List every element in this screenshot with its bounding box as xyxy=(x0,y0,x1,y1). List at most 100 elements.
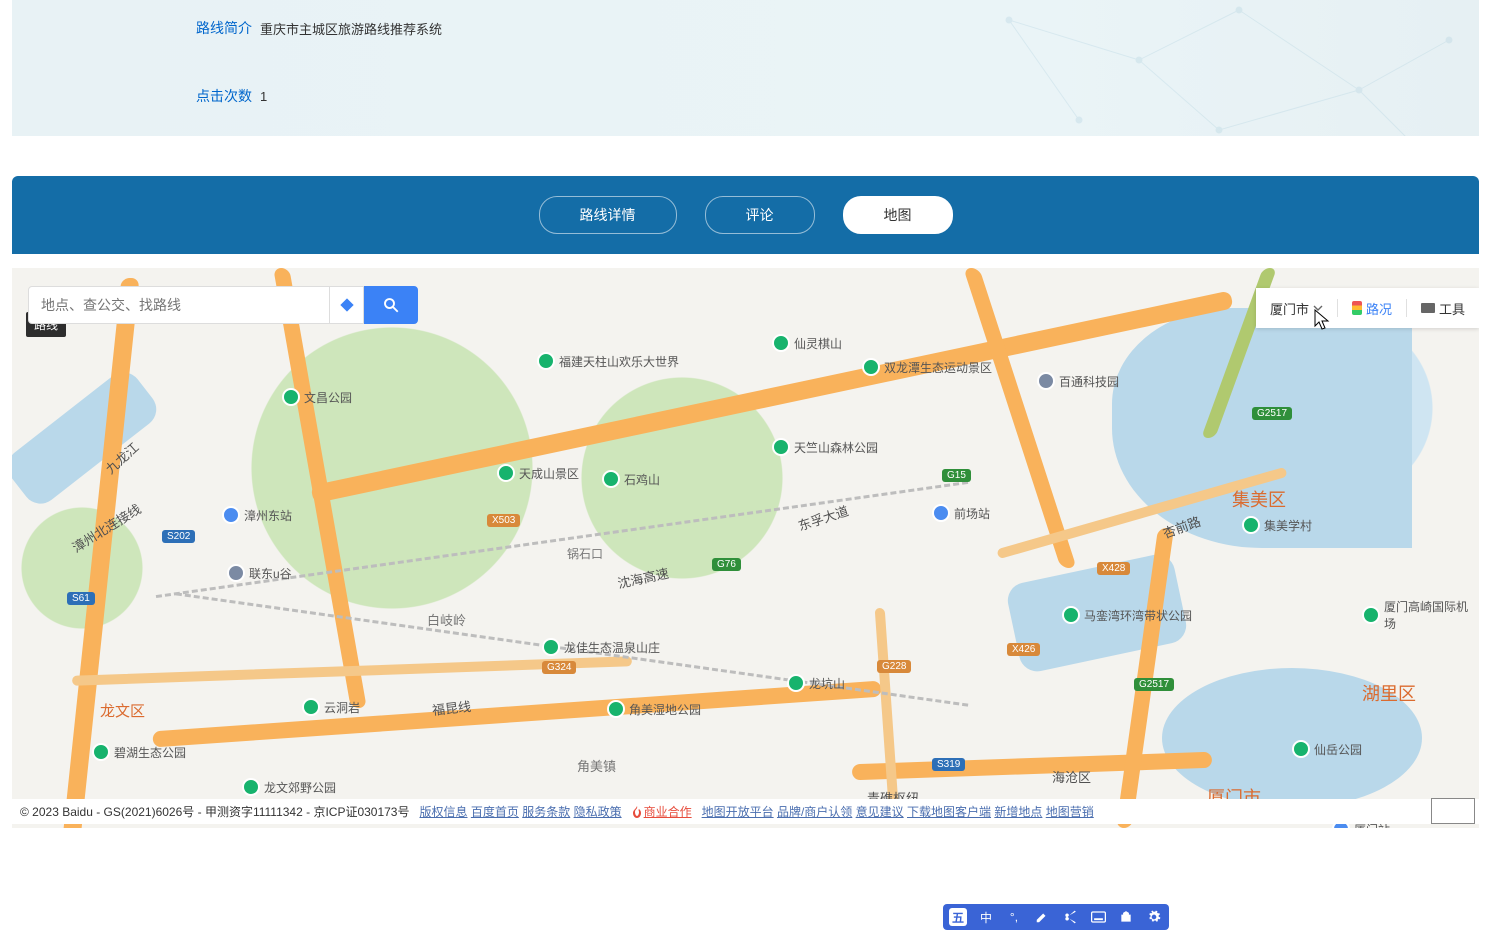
traffic-toggle[interactable]: 路况 xyxy=(1352,299,1392,318)
city-name: 厦门市 xyxy=(1270,299,1309,318)
area-label: 角美镇 xyxy=(577,756,616,775)
traffic-label: 路况 xyxy=(1366,299,1392,318)
poi-marker[interactable]: 天成山景区 xyxy=(497,464,579,482)
poi-marker[interactable]: 仙灵棋山 xyxy=(772,334,842,352)
ime-settings-icon[interactable] xyxy=(1145,908,1163,926)
poi-marker[interactable]: 碧湖生态公园 xyxy=(92,743,186,761)
tab-comments[interactable]: 评论 xyxy=(705,196,815,234)
poi-label: 集美学村 xyxy=(1264,517,1312,534)
poi-label: 碧湖生态公园 xyxy=(114,744,186,761)
copyright-text: © 2023 Baidu - GS(2021)6026号 - 甲测资字11111… xyxy=(20,803,410,820)
poi-label: 石鸡山 xyxy=(624,471,660,488)
tab-details[interactable]: 路线详情 xyxy=(539,196,677,234)
poi-icon xyxy=(1292,740,1310,758)
poi-marker[interactable]: 马銮湾环湾带状公园 xyxy=(1062,606,1192,624)
poi-marker[interactable]: 联东u谷 xyxy=(227,564,292,582)
area-label: 锅石口 xyxy=(567,545,603,562)
poi-label: 云洞岩 xyxy=(324,699,360,716)
poi-marker[interactable]: 天竺山森林公园 xyxy=(772,438,878,456)
clicks-row: 点击次数 1 xyxy=(12,38,1479,106)
road-name: 福昆线 xyxy=(431,696,472,719)
poi-marker[interactable]: 角美湿地公园 xyxy=(607,700,701,718)
poi-label: 联东u谷 xyxy=(249,565,292,582)
road-shield: S61 xyxy=(67,592,95,605)
footer-link[interactable]: 品牌/商户认领 xyxy=(777,805,852,819)
ime-badge[interactable]: 五 xyxy=(949,908,967,926)
poi-marker[interactable]: 前场站 xyxy=(932,504,990,522)
footer-link[interactable]: 新增地点 xyxy=(994,805,1042,819)
poi-marker[interactable]: 云洞岩 xyxy=(302,698,360,716)
poi-marker[interactable]: 漳州东站 xyxy=(222,506,292,524)
intro-value: 重庆市主城区旅游路线推荐系统 xyxy=(260,19,442,38)
poi-marker[interactable]: 厦门高崎国际机场 xyxy=(1362,598,1479,632)
poi-marker[interactable]: 龙佳生态温泉山庄 xyxy=(542,638,660,656)
poi-marker[interactable]: 龙坑山 xyxy=(787,674,845,692)
footer-link[interactable]: 隐私政策 xyxy=(574,805,622,819)
city-label-huli: 湖里区 xyxy=(1362,680,1416,706)
poi-icon xyxy=(222,506,240,524)
map-search-input[interactable] xyxy=(28,286,330,324)
poi-label: 马銮湾环湾带状公园 xyxy=(1084,607,1192,624)
road-shield: S319 xyxy=(932,758,965,771)
poi-marker[interactable]: 双龙潭生态运动景区 xyxy=(862,358,992,376)
poi-icon xyxy=(772,334,790,352)
road-shield: X426 xyxy=(1007,643,1040,656)
poi-icon xyxy=(862,358,880,376)
directions-button[interactable] xyxy=(330,286,364,324)
poi-icon xyxy=(92,743,110,761)
poi-icon xyxy=(1037,372,1055,390)
map-container[interactable]: 集美区 厦门市 湖里区 龙文区 浦南镇 角美镇 白岐岭 锅石口 仙灵棋山双龙潭生… xyxy=(12,268,1479,828)
ime-pen-icon[interactable] xyxy=(1033,908,1051,926)
poi-icon xyxy=(602,470,620,488)
poi-marker[interactable]: 集美学村 xyxy=(1242,516,1312,534)
poi-marker[interactable]: 文昌公园 xyxy=(282,388,352,406)
poi-icon xyxy=(227,564,245,582)
footer-link[interactable]: 版权信息 xyxy=(420,805,468,819)
traffic-icon xyxy=(1352,301,1362,315)
poi-marker[interactable]: 福建天柱山欢乐大世界 xyxy=(537,352,679,370)
poi-icon xyxy=(787,674,805,692)
ime-punct[interactable]: °, xyxy=(1005,908,1023,926)
poi-marker[interactable]: 仙岳公园 xyxy=(1292,740,1362,758)
ime-toolbar: 五 中 °, xyxy=(943,904,1169,930)
poi-icon xyxy=(282,388,300,406)
poi-marker[interactable]: 龙文郊野公园 xyxy=(242,778,336,796)
mouse-cursor xyxy=(1314,309,1332,333)
clicks-label: 点击次数 xyxy=(177,86,252,106)
road-shield: G15 xyxy=(942,469,971,482)
poi-icon xyxy=(302,698,320,716)
poi-label: 仙灵棋山 xyxy=(794,335,842,352)
road-name: 海沧区 xyxy=(1052,767,1091,786)
tab-map[interactable]: 地图 xyxy=(843,196,953,234)
intro-row: 路线简介 重庆市主城区旅游路线推荐系统 xyxy=(12,0,1479,38)
ime-keyboard-icon[interactable] xyxy=(1089,908,1107,926)
poi-icon xyxy=(607,700,625,718)
footer-link[interactable]: 下载地图客户端 xyxy=(907,805,991,819)
ime-skin-icon[interactable] xyxy=(1117,908,1135,926)
poi-label: 福建天柱山欢乐大世界 xyxy=(559,353,679,370)
poi-icon xyxy=(932,504,950,522)
zoom-control[interactable] xyxy=(1431,798,1475,824)
road-shield: S202 xyxy=(162,530,195,543)
poi-label: 龙坑山 xyxy=(809,675,845,692)
promo-link[interactable]: 商业合作 xyxy=(632,803,692,820)
map-search-button[interactable] xyxy=(364,286,418,324)
poi-marker[interactable]: 百通科技园 xyxy=(1037,372,1119,390)
poi-label: 天竺山森林公园 xyxy=(794,439,878,456)
route-info-panel: 路线简介 重庆市主城区旅游路线推荐系统 点击次数 1 xyxy=(12,0,1479,136)
footer-link[interactable]: 地图开放平台 xyxy=(702,805,774,819)
road-shield: G228 xyxy=(877,660,911,673)
footer-link[interactable]: 服务条款 xyxy=(522,805,570,819)
footer-link[interactable]: 百度首页 xyxy=(471,805,519,819)
tools-toggle[interactable]: 工具 xyxy=(1421,299,1465,318)
ime-scissors-icon[interactable] xyxy=(1061,908,1079,926)
footer-link[interactable]: 地图营销 xyxy=(1046,805,1094,819)
area-label: 白岐岭 xyxy=(427,610,466,629)
ime-lang-zh[interactable]: 中 xyxy=(977,908,995,926)
directions-icon xyxy=(339,297,355,313)
poi-icon xyxy=(1062,606,1080,624)
promo-text: 商业合作 xyxy=(644,803,692,820)
poi-icon xyxy=(772,438,790,456)
footer-link[interactable]: 意见建议 xyxy=(856,805,904,819)
poi-marker[interactable]: 石鸡山 xyxy=(602,470,660,488)
